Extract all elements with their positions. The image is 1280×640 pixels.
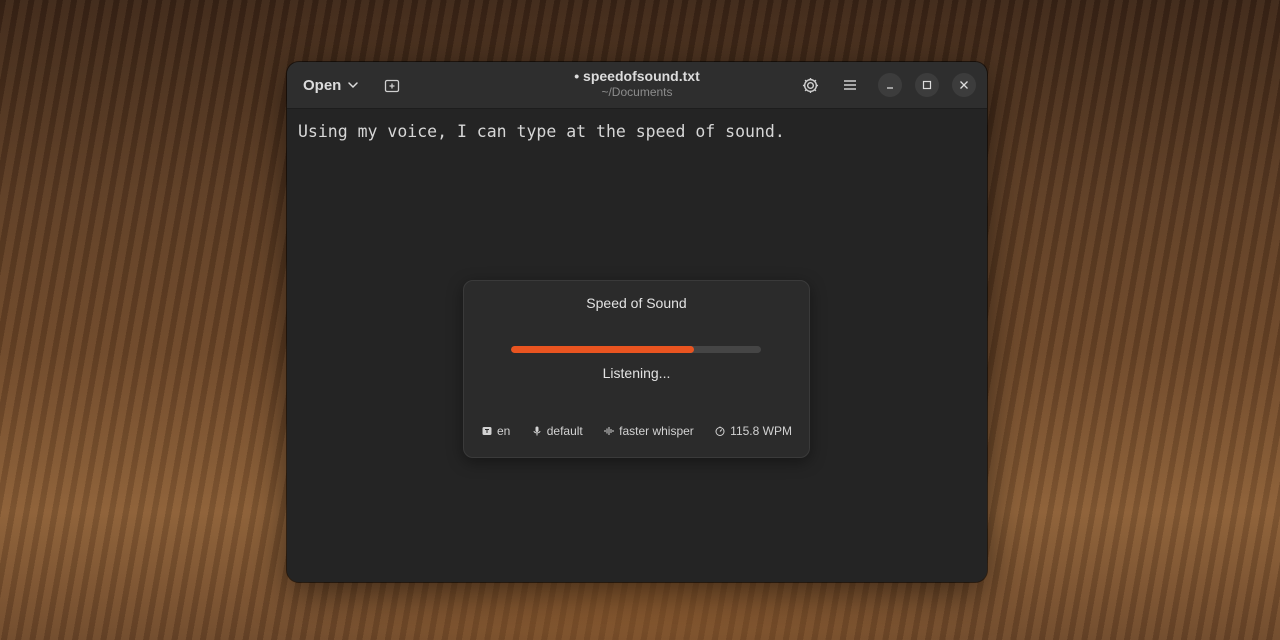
gear-icon bbox=[802, 77, 818, 93]
new-tab-button[interactable] bbox=[379, 72, 405, 98]
microphone-icon bbox=[533, 426, 541, 436]
info-row: en default faster whisper 115.8 WPM bbox=[482, 423, 792, 439]
settings-button[interactable] bbox=[797, 72, 823, 98]
language-label: en bbox=[497, 424, 511, 438]
minimize-button[interactable] bbox=[878, 73, 902, 97]
header-bar: Open • speedofsound.txt ~/Documents bbox=[287, 62, 987, 109]
new-tab-icon bbox=[384, 79, 400, 93]
language-icon bbox=[482, 427, 492, 435]
close-button[interactable] bbox=[952, 73, 976, 97]
model-label: faster whisper bbox=[619, 424, 694, 438]
maximize-icon bbox=[922, 80, 932, 90]
microphone-label: default bbox=[546, 424, 583, 438]
text-editor-window: Open • speedofsound.txt ~/Documents Usin… bbox=[287, 62, 987, 582]
speed-of-sound-dialog: Speed of Sound Listening... en default f… bbox=[463, 280, 810, 458]
text-editor-area[interactable]: Using my voice, I can type at the speed … bbox=[287, 109, 987, 582]
menu-icon bbox=[844, 80, 856, 90]
window-title-area: • speedofsound.txt ~/Documents bbox=[487, 68, 787, 100]
document-title: • speedofsound.txt bbox=[574, 68, 700, 84]
microphone-indicator: default bbox=[532, 424, 583, 438]
open-button-label: Open bbox=[303, 76, 342, 94]
speed-label: 115.8 WPM bbox=[730, 424, 792, 438]
model-indicator: faster whisper bbox=[604, 424, 694, 438]
close-icon bbox=[960, 81, 968, 89]
speedometer-icon bbox=[715, 426, 725, 436]
dialog-title: Speed of Sound bbox=[586, 295, 687, 311]
open-button[interactable]: Open bbox=[295, 71, 367, 99]
speed-indicator: 115.8 WPM bbox=[715, 424, 792, 438]
progress-fill bbox=[511, 346, 694, 353]
status-text: Listening... bbox=[602, 365, 671, 381]
waveform-icon bbox=[604, 427, 614, 435]
language-indicator: en bbox=[482, 424, 510, 438]
listening-progress-bar bbox=[511, 346, 761, 353]
document-path: ~/Documents bbox=[601, 85, 673, 99]
editor-content[interactable]: Using my voice, I can type at the speed … bbox=[298, 122, 785, 141]
main-menu-button[interactable] bbox=[837, 72, 863, 98]
chevron-down-icon bbox=[348, 82, 359, 89]
minimize-icon bbox=[887, 87, 893, 89]
maximize-button[interactable] bbox=[915, 73, 939, 97]
